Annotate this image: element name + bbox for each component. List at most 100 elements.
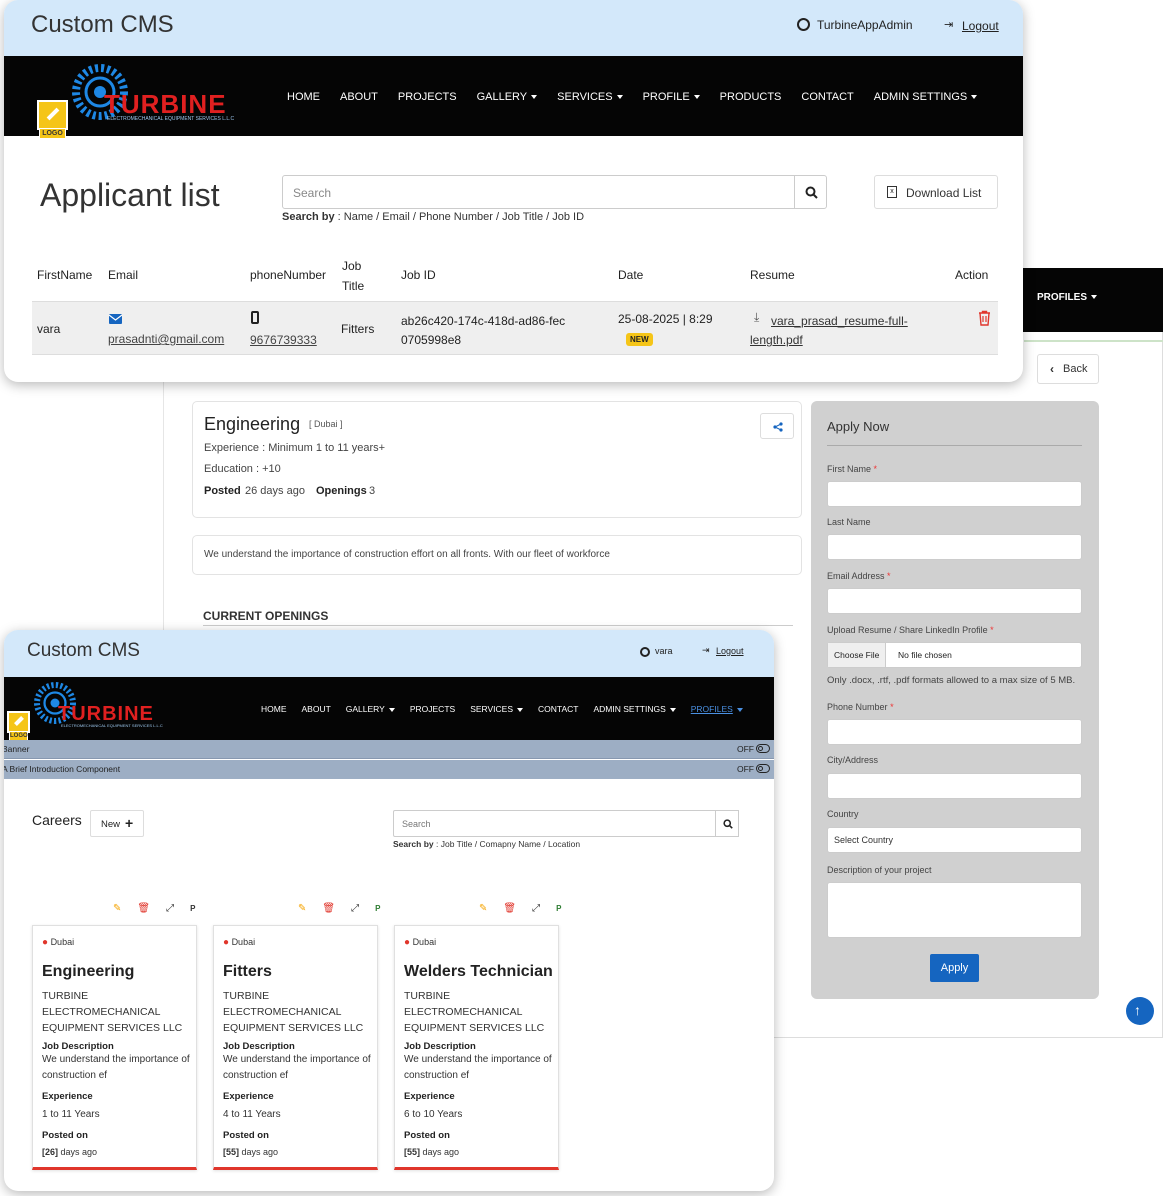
download-list-button[interactable]: x Download List <box>874 175 998 209</box>
brand-title-careers: Custom CMS <box>27 640 140 661</box>
nav-contact[interactable]: CONTACT <box>538 704 578 714</box>
logo-edit-badge[interactable]: LOGO <box>37 100 68 139</box>
toggle-knob <box>758 746 763 751</box>
nav-home[interactable]: HOME <box>287 91 320 103</box>
publish-p-icon[interactable]: P <box>190 904 195 913</box>
job-description-panel: We understand the importance of construc… <box>192 535 802 575</box>
toggle-switch-banner[interactable] <box>756 744 770 753</box>
nav-gallery[interactable]: GALLERY <box>477 91 538 103</box>
nav-about[interactable]: ABOUT <box>340 91 378 103</box>
expand-icon[interactable]: ⤢ <box>351 903 359 914</box>
logout-link[interactable]: Logout <box>962 19 999 33</box>
toggle-switch-intro[interactable] <box>756 764 770 773</box>
row-email[interactable]: prasadnti@gmail.com <box>108 332 224 346</box>
col-resume: Resume <box>750 268 795 282</box>
careers-search-by-hint: Search by : Job Title / Comapny Name / L… <box>393 839 580 849</box>
job-card[interactable]: ● Dubai Engineering TURBINE ELECTROMECHA… <box>32 925 197 1170</box>
nav-profiles-menu[interactable]: PROFILES <box>1037 292 1097 303</box>
logo-subtitle-careers: ELECTROMECHANICAL EQUIPMENT SERVICES L.L… <box>61 723 163 728</box>
delete-icon[interactable]: 🗑 <box>322 903 335 914</box>
resume-file-input[interactable]: Choose File No file chosen <box>827 642 1082 668</box>
last-name-label: Last Name <box>827 517 871 527</box>
nav-services[interactable]: SERVICES <box>470 704 523 714</box>
nav-gallery[interactable]: GALLERY <box>346 704 395 714</box>
nav-admin-settings[interactable]: ADMIN SETTINGS <box>593 704 675 714</box>
applicant-search-input[interactable]: Search <box>282 175 795 209</box>
card-exp: 4 to 11 Years <box>223 1109 281 1120</box>
row-job-title: Fitters <box>341 322 375 336</box>
card-jd: We understand the importance of construc… <box>223 1054 371 1081</box>
job-card[interactable]: ● Dubai Welders Technician TURBINE ELECT… <box>394 925 559 1170</box>
edit-pencil-icon[interactable]: ✎ <box>298 903 306 914</box>
careers-search-button[interactable] <box>715 810 739 837</box>
trash-icon[interactable] <box>978 310 991 326</box>
toggle-row-banner: Banner OFF <box>4 740 774 759</box>
nav-admin-settings[interactable]: ADMIN SETTINGS <box>874 91 978 103</box>
card-actions-2: ✎ 🗑 ⤢ P <box>298 903 380 914</box>
nav-profiles[interactable]: PROFILES <box>691 704 743 714</box>
job-experience: Experience : Minimum 1 to 11 years+ <box>204 442 386 454</box>
logo-badge-label: LOGO <box>39 128 66 139</box>
email-text: Email Address <box>827 571 885 581</box>
logo-subtitle: ELECTROMECHANICAL EQUIPMENT SERVICES L.L… <box>107 116 235 122</box>
phone-text: Phone Number <box>827 702 888 712</box>
delete-icon[interactable]: 🗑 <box>503 903 516 914</box>
first-name-input[interactable] <box>827 481 1082 507</box>
envelope-icon <box>109 314 122 324</box>
user-name: TurbineAppAdmin <box>817 18 913 32</box>
nav-contact[interactable]: CONTACT <box>801 91 853 103</box>
city-input[interactable] <box>827 773 1082 799</box>
job-description: We understand the importance of construc… <box>204 549 610 560</box>
publish-p-icon[interactable]: P <box>556 904 561 913</box>
nav-projects[interactable]: PROJECTS <box>410 704 455 714</box>
col-email: Email <box>108 268 139 282</box>
project-desc-textarea[interactable] <box>827 882 1082 938</box>
email-input[interactable] <box>827 588 1082 614</box>
scroll-top-button[interactable]: ↑ <box>1126 997 1154 1025</box>
posted-label: Posted <box>204 485 241 497</box>
card-posted-label: Posted on <box>42 1130 88 1141</box>
new-career-button[interactable]: New + <box>90 810 144 837</box>
nav-products[interactable]: PRODUCTS <box>720 91 782 103</box>
apply-submit-button[interactable]: Apply <box>930 954 979 982</box>
toggle-knob <box>758 766 763 771</box>
nav-home[interactable]: HOME <box>261 704 287 714</box>
choose-file-button[interactable]: Choose File <box>828 643 887 667</box>
nav-services[interactable]: SERVICES <box>557 91 622 103</box>
new-badge: NEW <box>626 333 653 346</box>
card-location: ● Dubai <box>404 937 436 948</box>
country-select[interactable]: Select Country <box>827 827 1082 853</box>
row-phone[interactable]: 9676739333 <box>250 333 317 347</box>
phone-input[interactable] <box>827 719 1082 745</box>
job-card[interactable]: ● Dubai Fitters TURBINE ELECTROMECHANICA… <box>213 925 378 1170</box>
project-desc-label: Description of your project <box>827 865 932 875</box>
share-button[interactable] <box>760 413 794 439</box>
user-name-careers: vara <box>655 646 673 656</box>
card-title: Fitters <box>223 963 272 980</box>
apply-title: Apply Now <box>827 419 890 434</box>
row-resume-link[interactable]: vara_prasad_resume-full-length.pdf <box>750 312 910 350</box>
logout-icon: ⇥ <box>944 19 954 31</box>
nav-projects[interactable]: PROJECTS <box>398 91 457 103</box>
logout-link-careers[interactable]: Logout <box>716 646 744 656</box>
resume-label: Upload Resume / Share LinkedIn Profile * <box>827 625 994 635</box>
logo-edit-badge-careers[interactable]: LOGO <box>7 711 30 741</box>
back-label: Back <box>1063 363 1088 375</box>
back-button[interactable]: ‹ Back <box>1037 354 1099 384</box>
last-name-input[interactable] <box>827 534 1082 560</box>
card-posted-label: Posted on <box>223 1130 269 1141</box>
nav-about[interactable]: ABOUT <box>302 704 331 714</box>
nav-profile[interactable]: PROFILE <box>643 91 700 103</box>
expand-icon[interactable]: ⤢ <box>532 903 540 914</box>
user-icon <box>797 18 810 31</box>
expand-icon[interactable]: ⤢ <box>166 903 174 914</box>
applicant-search-button[interactable] <box>794 175 827 209</box>
edit-pencil-icon[interactable]: ✎ <box>113 903 121 914</box>
careers-search-input[interactable]: Search <box>393 810 716 837</box>
card-posted-days: [55] <box>404 1147 421 1157</box>
edit-pencil-icon[interactable]: ✎ <box>479 903 487 914</box>
download-list-label: Download List <box>906 186 982 200</box>
delete-icon[interactable]: 🗑 <box>137 903 150 914</box>
col-date: Date <box>618 268 644 282</box>
publish-p-icon[interactable]: P <box>375 904 380 913</box>
